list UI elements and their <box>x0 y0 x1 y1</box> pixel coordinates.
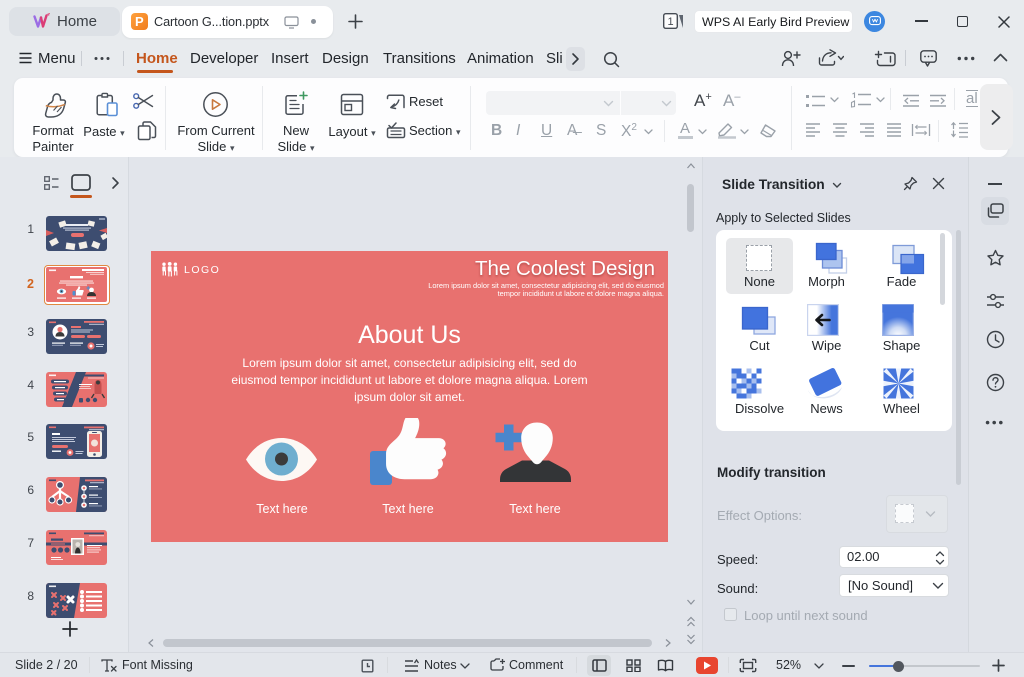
svg-text:1: 1 <box>667 16 673 28</box>
